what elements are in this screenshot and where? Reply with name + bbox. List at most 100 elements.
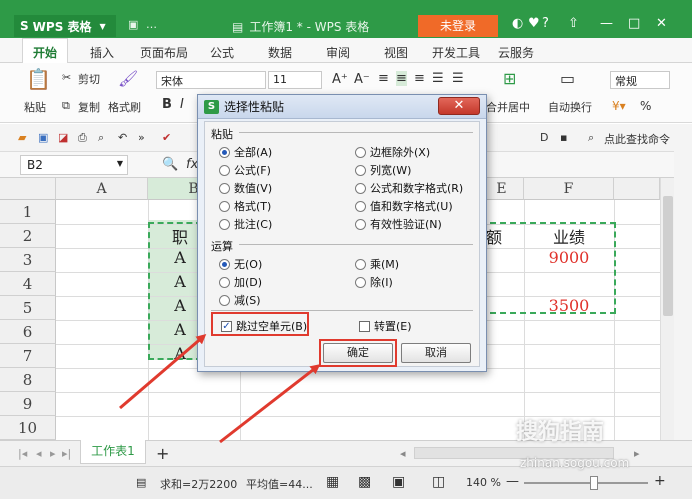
hscroll-right-icon[interactable]: ▸ (634, 447, 640, 460)
font-family-select[interactable]: 宋体 (156, 71, 266, 89)
row-header[interactable]: 3 (0, 248, 56, 272)
undo-icon[interactable]: ↶ (118, 131, 127, 144)
tab-data[interactable]: 数据 (268, 44, 292, 61)
row-header[interactable]: 9 (0, 392, 56, 416)
row-header[interactable]: 6 (0, 320, 56, 344)
search-icon[interactable]: ⌕ (588, 131, 594, 145)
radio-comments[interactable]: 批注(C) (219, 216, 272, 232)
tab-review[interactable]: 审阅 (326, 44, 350, 61)
tab-view[interactable]: 视图 (384, 44, 408, 61)
hscroll-left-icon[interactable]: ◂ (400, 447, 406, 460)
skin-icon[interactable]: ◐ (512, 16, 523, 31)
radio-op-multiply[interactable]: 乘(M) (355, 256, 399, 272)
wrap-text-button[interactable]: 自动换行 (548, 99, 592, 115)
scroll-thumb[interactable] (663, 196, 673, 316)
zoom-level[interactable]: 140 % (466, 476, 501, 489)
sheet-tab[interactable]: 工作表1 (80, 440, 146, 464)
cut-button[interactable]: 剪切 (78, 71, 100, 87)
column-header-g[interactable] (614, 178, 660, 200)
zoom-out-button[interactable]: — (506, 474, 519, 489)
zoom-slider-thumb[interactable] (590, 476, 598, 490)
font-shrink-icon[interactable]: A⁻ (354, 72, 370, 87)
tab-formula[interactable]: 公式 (210, 44, 234, 61)
radio-formulas[interactable]: 公式(F) (219, 162, 271, 178)
page-break-view-icon[interactable]: ▣ (392, 474, 405, 490)
radio-values-number-formats[interactable]: 值和数字格式(U) (355, 198, 453, 214)
reading-view-icon[interactable]: ◫ (432, 474, 445, 490)
minimize-button[interactable]: — (600, 16, 613, 31)
cancel-button[interactable]: 取消 (401, 343, 471, 363)
sheet-nav-first-icon[interactable]: |◂ (18, 447, 27, 460)
row-header[interactable]: 2 (0, 224, 56, 248)
row-header[interactable]: 5 (0, 296, 56, 320)
outdent-icon[interactable]: ☰ (452, 71, 464, 86)
column-header-a[interactable]: A (56, 178, 148, 200)
comment-icon[interactable]: ▪ (560, 131, 567, 144)
sheet-nav-prev-icon[interactable]: ◂ (36, 447, 42, 460)
radio-op-subtract[interactable]: 减(S) (219, 292, 261, 308)
merge-center-button[interactable]: 合并居中 (486, 99, 530, 115)
restore-layout-icon[interactable]: ⇧ (568, 16, 579, 31)
radio-op-none[interactable]: 无(O) (219, 256, 262, 272)
tab-page-layout[interactable]: 页面布局 (140, 44, 188, 61)
percent-button[interactable]: % (640, 99, 651, 113)
print-icon[interactable]: ⎙ (78, 131, 87, 145)
radio-column-widths[interactable]: 列宽(W) (355, 162, 411, 178)
save-icon[interactable]: ▣ (128, 18, 138, 31)
app-menu-button[interactable]: S WPS 表格 ▼ (14, 15, 116, 37)
number-format-select[interactable]: 常规 (610, 71, 670, 89)
vertical-scrollbar[interactable] (660, 178, 674, 440)
align-top-icon[interactable]: ≡ (378, 71, 389, 86)
help-icon[interactable]: ? (542, 16, 549, 31)
copy-button[interactable]: 复制 (78, 99, 100, 115)
sheet-nav-next-icon[interactable]: ▸ (50, 447, 56, 460)
more-icon[interactable]: » (138, 131, 145, 144)
paste-button[interactable]: 粘贴 (24, 99, 46, 115)
radio-op-add[interactable]: 加(D) (219, 274, 262, 290)
row-header[interactable]: 7 (0, 344, 56, 368)
bold-button[interactable]: B (162, 97, 172, 112)
zoom-slider[interactable] (524, 482, 648, 484)
name-box[interactable]: B2 ▼ (20, 155, 128, 175)
format-painter-button[interactable]: 格式刷 (108, 99, 141, 115)
radio-validation[interactable]: 有效性验证(N) (355, 216, 442, 232)
select-all-corner[interactable] (0, 178, 56, 200)
column-header-f[interactable]: F (524, 178, 614, 200)
align-bottom-icon[interactable]: ≡ (414, 71, 425, 86)
dialog-close-button[interactable]: ✕ (438, 97, 480, 115)
row-header[interactable]: 8 (0, 368, 56, 392)
add-sheet-button[interactable]: + (156, 444, 169, 463)
open-icon[interactable]: ▰ (18, 131, 26, 144)
export-pdf-icon[interactable]: ◪ (58, 131, 68, 144)
print-preview-icon[interactable]: ⌕ (98, 131, 104, 145)
radio-formats[interactable]: 格式(T) (219, 198, 271, 214)
login-button[interactable]: 未登录 (418, 15, 498, 37)
close-button[interactable]: ✕ (656, 16, 667, 31)
more-icon[interactable]: … (146, 18, 157, 31)
italic-button[interactable]: I (180, 97, 184, 112)
find-command[interactable]: 点此查找命令 (604, 131, 670, 147)
save-icon[interactable]: ▣ (38, 131, 48, 144)
sheet-nav-last-icon[interactable]: ▸| (62, 447, 71, 460)
font-grow-icon[interactable]: A⁺ (332, 72, 348, 87)
radio-values[interactable]: 数值(V) (219, 180, 272, 196)
row-header[interactable]: 1 (0, 200, 56, 224)
align-middle-icon[interactable]: ≡ (396, 71, 407, 86)
tab-home[interactable]: 开始 (22, 38, 69, 63)
flag-icon[interactable]: ✔ (162, 131, 171, 144)
zoom-in-button[interactable]: + (654, 473, 666, 489)
settings-icon[interactable]: ♥ (528, 16, 540, 31)
currency-icon[interactable]: ¥▾ (612, 99, 626, 113)
tab-developer[interactable]: 开发工具 (432, 44, 480, 61)
row-header[interactable]: 10 (0, 416, 56, 440)
radio-formulas-number-formats[interactable]: 公式和数字格式(R) (355, 180, 463, 196)
font-size-select[interactable]: 11 (268, 71, 322, 89)
tab-cloud[interactable]: 云服务 (498, 44, 534, 61)
radio-except-borders[interactable]: 边框除外(X) (355, 144, 430, 160)
tab-insert[interactable]: 插入 (90, 44, 114, 61)
share-icon[interactable]: D (540, 131, 548, 144)
dialog-title-bar[interactable]: S 选择性粘贴 ✕ (198, 95, 486, 119)
radio-op-divide[interactable]: 除(I) (355, 274, 393, 290)
page-layout-view-icon[interactable]: ▩ (358, 474, 371, 490)
indent-icon[interactable]: ☰ (432, 71, 444, 86)
